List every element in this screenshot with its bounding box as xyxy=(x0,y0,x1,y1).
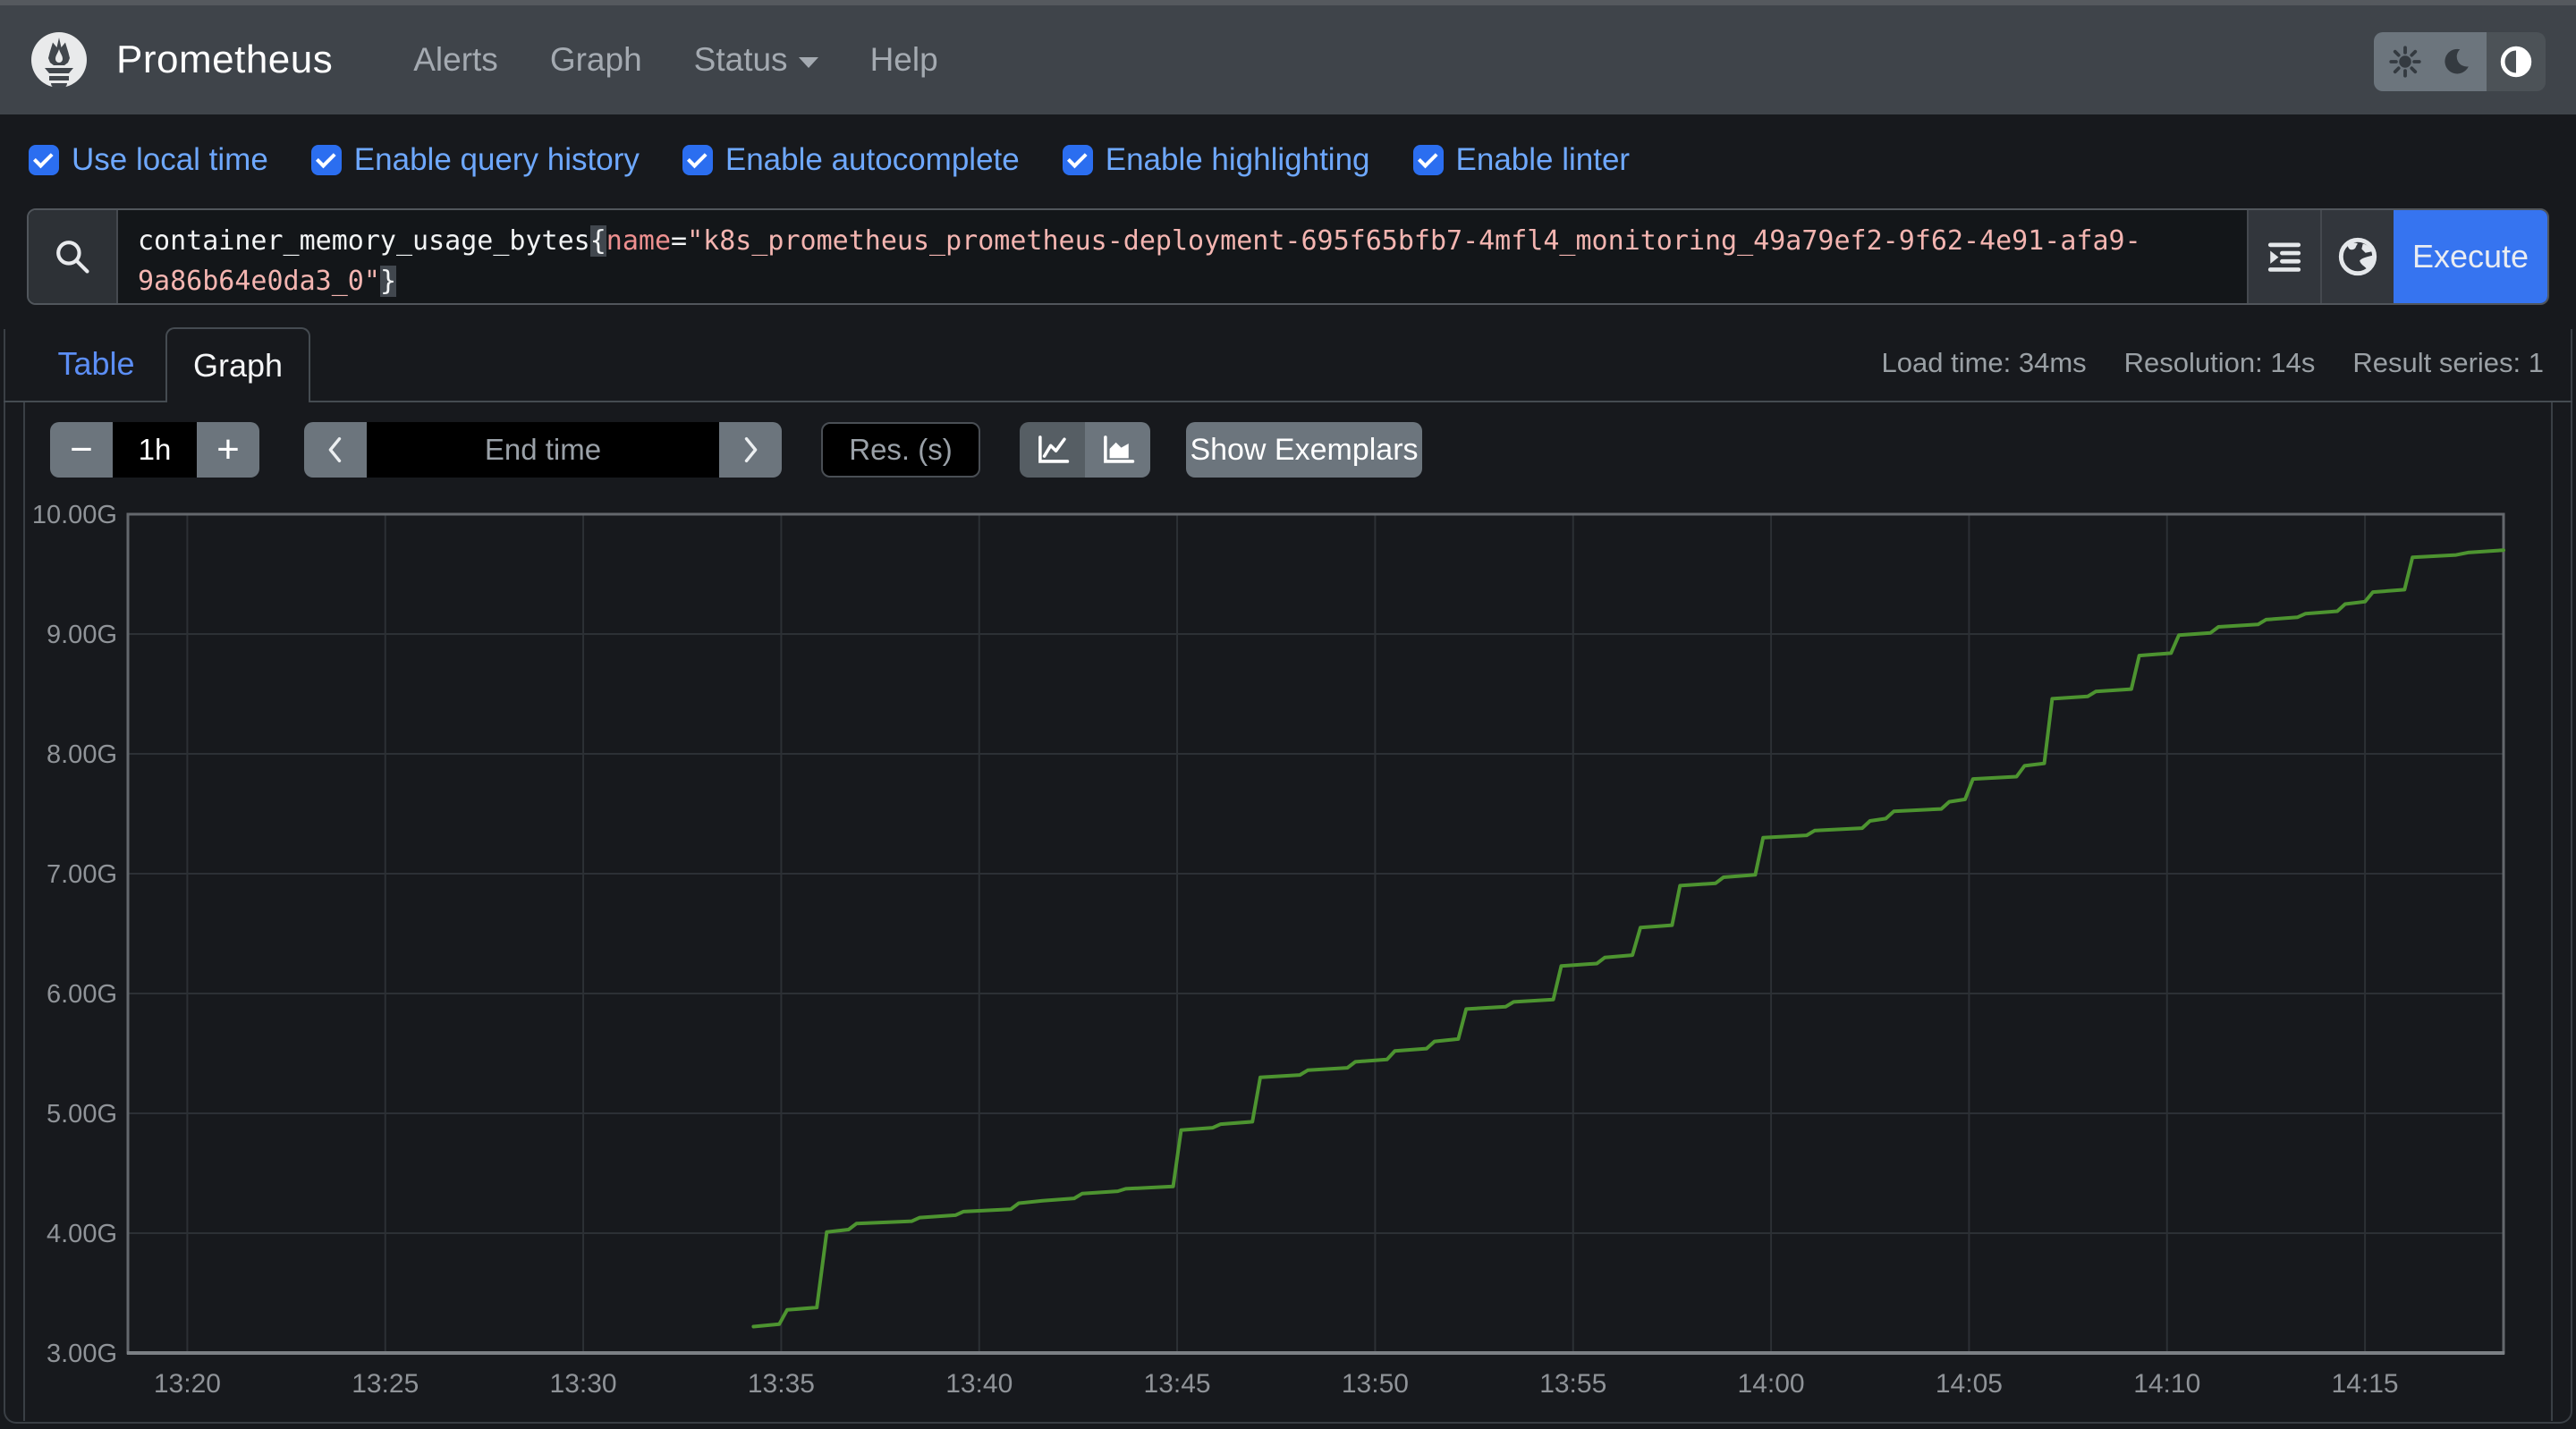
y-tick-label: 10.00G xyxy=(32,501,117,529)
x-tick-label: 13:25 xyxy=(352,1369,419,1399)
chevron-left-icon xyxy=(328,436,342,463)
stat-result-series: Result series: 1 xyxy=(2352,347,2544,378)
theme-auto-button[interactable] xyxy=(2487,32,2546,91)
nav-link-graph[interactable]: Graph xyxy=(550,41,642,79)
range-increase-button[interactable]: + xyxy=(197,422,259,478)
nav-link-label: Status xyxy=(693,41,788,78)
range-input[interactable] xyxy=(113,422,197,478)
stat-resolution: Resolution: 14s xyxy=(2123,347,2316,378)
checkbox-checked-icon[interactable] xyxy=(310,145,342,175)
option-label: Enable autocomplete xyxy=(724,142,1020,177)
stat-load-time: Load time: 34ms xyxy=(1881,347,2087,378)
nav-link-label: Alerts xyxy=(413,41,498,78)
line-chart-icon xyxy=(1038,435,1069,463)
checkbox-checked-icon[interactable] xyxy=(1062,145,1093,175)
search-icon xyxy=(56,241,89,274)
y-tick-label: 4.00G xyxy=(47,1220,117,1248)
x-tick-label: 14:05 xyxy=(1936,1369,2003,1399)
nav-link-status[interactable]: Status xyxy=(694,41,818,79)
half-circle-contrast-icon xyxy=(2500,46,2532,78)
y-tick-label: 3.00G xyxy=(47,1340,117,1368)
sun-icon[interactable] xyxy=(2389,46,2421,78)
range-input-group: − + xyxy=(50,422,259,478)
line-chart-toggle-button[interactable] xyxy=(1020,422,1085,478)
stacked-chart-icon xyxy=(1103,435,1134,463)
option-enable-highlighting[interactable]: Enable highlighting xyxy=(1062,142,1370,178)
checkbox-checked-icon[interactable] xyxy=(29,145,59,175)
checkbox-checked-icon[interactable] xyxy=(1412,145,1444,175)
end-time-group xyxy=(304,422,782,478)
x-tick-label: 13:40 xyxy=(945,1369,1013,1399)
x-tick-label: 14:15 xyxy=(2332,1369,2399,1399)
nav-link-label: Help xyxy=(869,41,938,78)
x-tick-label: 14:10 xyxy=(2133,1369,2200,1399)
navbar: Prometheus Alerts Graph Status Help xyxy=(0,5,2576,114)
promql-token: { xyxy=(589,225,606,257)
query-bar: container_memory_usage_bytes{name="k8s_p… xyxy=(27,208,2549,305)
option-label: Enable highlighting xyxy=(1105,142,1370,177)
chart-type-toggle xyxy=(1020,422,1150,478)
memory-usage-chart[interactable]: 3.00G 4.00G 5.00G 6.00G 7.00G 8.00G 9.00G 10.00… xyxy=(23,494,2553,1415)
option-label: Enable linter xyxy=(1455,142,1631,177)
option-enable-query-history[interactable]: Enable query history xyxy=(310,142,640,178)
promql-token: 9a86b64e0da3_0" xyxy=(138,266,380,297)
y-tick-label: 6.00G xyxy=(47,980,117,1009)
promql-line: 9a86b64e0da3_0"} xyxy=(138,261,2247,301)
y-tick-label: 9.00G xyxy=(47,621,117,649)
y-tick-label: 7.00G xyxy=(47,860,117,889)
promql-token: "k8s_prometheus_prometheus-deployment-69… xyxy=(687,225,2141,257)
search-addon xyxy=(29,210,118,303)
end-time-input[interactable] xyxy=(367,422,719,478)
resolution-input[interactable] xyxy=(821,422,980,478)
promql-token: = xyxy=(671,225,688,257)
x-tick-label: 13:20 xyxy=(154,1369,221,1399)
chevron-down-icon xyxy=(798,57,818,68)
option-label: Enable query history xyxy=(353,142,640,177)
promql-line: container_memory_usage_bytes{name="k8s_p… xyxy=(138,221,2247,261)
metrics-explorer-button[interactable] xyxy=(2320,210,2394,303)
y-tick-label: 8.00G xyxy=(47,740,117,769)
globe-icon xyxy=(2338,237,2377,276)
tab-table[interactable]: Table xyxy=(27,327,165,401)
option-enable-autocomplete[interactable]: Enable autocomplete xyxy=(682,142,1020,178)
nav-link-alerts[interactable]: Alerts xyxy=(413,41,498,79)
show-exemplars-button[interactable]: Show Exemplars xyxy=(1186,422,1422,478)
moon-icon[interactable] xyxy=(2441,47,2471,77)
nav-link-label: Graph xyxy=(549,41,642,78)
chevron-right-icon xyxy=(744,436,758,463)
x-tick-label: 13:55 xyxy=(1539,1369,1606,1399)
format-expression-button[interactable] xyxy=(2247,210,2320,303)
stacked-chart-toggle-button[interactable] xyxy=(1085,422,1150,478)
checkbox-checked-icon[interactable] xyxy=(682,145,713,175)
time-forward-button[interactable] xyxy=(719,422,782,478)
format-expression-icon xyxy=(2267,242,2301,272)
x-tick-label: 13:30 xyxy=(550,1369,617,1399)
theme-toggle-group xyxy=(2374,32,2546,91)
query-stats: Load time: 34ms Resolution: 14s Result ser… xyxy=(1882,327,2545,399)
promql-token: } xyxy=(379,266,396,297)
y-tick-label: 5.00G xyxy=(47,1100,117,1129)
promql-token: container_memory_usage_bytes xyxy=(138,225,590,257)
nav-links: Alerts Graph Status Help xyxy=(413,41,937,79)
series-line-container_memory_usage_bytes xyxy=(751,548,2505,1329)
option-use-local-time[interactable]: Use local time xyxy=(29,142,268,178)
option-enable-linter[interactable]: Enable linter xyxy=(1412,142,1631,178)
tab-graph[interactable]: Graph xyxy=(165,327,310,402)
theme-light-dark-buttons[interactable] xyxy=(2374,32,2487,91)
query-options-row: Use local time Enable query history Enable… xyxy=(29,134,1630,186)
execute-button[interactable]: Execute xyxy=(2394,210,2547,303)
promql-token: name xyxy=(606,225,672,257)
promql-expression-input[interactable]: container_memory_usage_bytes{name="k8s_p… xyxy=(118,210,2247,303)
range-decrease-button[interactable]: − xyxy=(50,422,113,478)
x-tick-label: 13:45 xyxy=(1144,1369,1211,1399)
option-label: Use local time xyxy=(72,142,268,177)
nav-link-help[interactable]: Help xyxy=(870,41,938,79)
time-back-button[interactable] xyxy=(304,422,367,478)
x-tick-label: 13:50 xyxy=(1342,1369,1409,1399)
plot-border xyxy=(126,512,2505,1355)
app-title: Prometheus xyxy=(116,38,334,81)
x-tick-label: 13:35 xyxy=(748,1369,815,1399)
prometheus-logo-icon xyxy=(31,32,87,89)
x-tick-label: 14:00 xyxy=(1738,1369,1805,1399)
